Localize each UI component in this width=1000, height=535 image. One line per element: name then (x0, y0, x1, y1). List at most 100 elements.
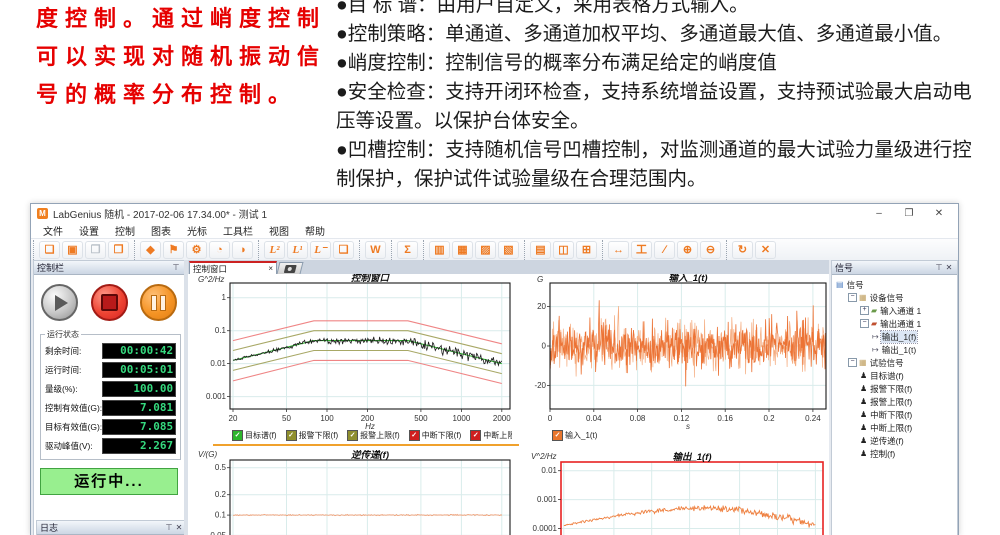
bullet-line-6: 制保护，保护试件试验量级在合理范围内。 (336, 165, 998, 194)
refresh-button[interactable]: ↻ (732, 241, 753, 259)
tree-item-13[interactable]: ♟控制(f) (832, 447, 957, 460)
legend-checkbox-3[interactable]: ✓ (409, 430, 420, 441)
menu-item-settings[interactable]: 设置 (71, 223, 107, 238)
pin-icon[interactable]: ⊤ (164, 523, 174, 532)
new-file-button[interactable]: ❏ (39, 241, 60, 259)
cursor-vertical-button[interactable]: 工 (631, 241, 652, 259)
cursor-horizontal-icon: ↔ (613, 244, 624, 256)
legend-item-0: ✓输入_1(t) (552, 430, 597, 441)
tab-snapshot[interactable] (277, 262, 304, 274)
chart-svg-control-window: 10.10.010.001205010020050010002000控制窗口G^… (190, 274, 523, 450)
settings-gear-button[interactable]: ⚙ (186, 241, 207, 259)
menu-item-cursor[interactable]: 光标 (179, 223, 215, 238)
svg-text:0.05: 0.05 (210, 531, 226, 535)
chart-output-spectrum: 0.010.0010.0001输出_1(f)V^2/Hz (527, 450, 829, 535)
flag-button[interactable]: ⚑ (163, 241, 184, 259)
close-icon[interactable]: ✕ (174, 523, 184, 532)
zoom-in-button[interactable]: ⊕ (677, 241, 698, 259)
pause-button[interactable] (140, 284, 177, 321)
legend-checkbox-0[interactable]: ✓ (552, 430, 563, 441)
graph-edit-icon: ▧ (503, 244, 513, 256)
bullet-line-4: 压等设置。以保护台体安全。 (336, 107, 998, 136)
signal-tree: ▤信号−▦设备信号+▰输入通道 1−▰输出通道 1↦输出_1(f)↦输出_1(t… (832, 275, 957, 460)
svg-text:V/(G): V/(G) (198, 450, 217, 459)
tab-control-window[interactable]: 控制窗口 × (189, 261, 277, 274)
pin-icon[interactable]: ⊤ (171, 263, 181, 272)
zoom-out-button[interactable]: ⊖ (700, 241, 721, 259)
tree-item-9[interactable]: ♟报警上限(f) (832, 395, 957, 408)
device-signals-icon: ▦ (859, 293, 867, 302)
menu-item-control[interactable]: 控制 (107, 223, 143, 238)
stop-button[interactable] (91, 284, 128, 321)
graph-edit-button[interactable]: ▧ (498, 241, 519, 259)
l2-norm-button[interactable]: L² (264, 241, 285, 259)
intro-red-text: 度控制。通过峭度控制可以实现对随机振动信号的概率分布控制。 (36, 0, 340, 114)
tree-item-11[interactable]: ♟中断上限(f) (832, 421, 957, 434)
play-button[interactable] (41, 284, 78, 321)
legend-checkbox-0[interactable]: ✓ (232, 430, 243, 441)
legend-checkbox-1[interactable]: ✓ (286, 430, 297, 441)
tree-item-2[interactable]: +▰输入通道 1 (832, 304, 957, 317)
chart-input-time: 200-2000.040.080.120.160.20.24输入_1(t)Gs✓… (527, 274, 829, 450)
test-signal-icon: ♟ (860, 423, 867, 432)
tab-close-icon[interactable]: × (268, 264, 273, 273)
export-button[interactable]: ❐ (108, 241, 129, 259)
bar-graph-2-button[interactable]: ▦ (452, 241, 473, 259)
flag-icon: ⚑ (169, 244, 179, 256)
l-minus-norm-button[interactable]: L⁻ (310, 241, 331, 259)
window-title: LabGenius 随机 - 2017-02-06 17.34.00* - 测试… (53, 206, 864, 221)
tree-item-4[interactable]: ↦输出_1(f) (832, 330, 957, 343)
status-field-0: 剩余时间:00:00:42 (45, 341, 176, 360)
legend-checkbox-4[interactable]: ✓ (470, 430, 481, 441)
cursor-slope-button[interactable]: ∕ (654, 241, 675, 259)
tree-expander-icon[interactable]: + (860, 306, 869, 315)
menu-item-help[interactable]: 帮助 (297, 223, 333, 238)
tree-expander-icon[interactable]: − (848, 293, 857, 302)
tree-item-label: 输出_1(f) (881, 331, 917, 343)
test-bag-button[interactable]: ◆ (140, 241, 161, 259)
bar-graph-1-button[interactable]: ▥ (429, 241, 450, 259)
tree-item-0[interactable]: ▤信号 (832, 278, 957, 291)
bar-graph-3-button[interactable]: ▨ (475, 241, 496, 259)
tree-item-7[interactable]: ♟目标谱(f) (832, 369, 957, 382)
stop-icon (101, 294, 118, 311)
l1-norm-button[interactable]: L¹ (287, 241, 308, 259)
word-export-button[interactable]: W (365, 241, 386, 259)
tree-item-3[interactable]: −▰输出通道 1 (832, 317, 957, 330)
minimize-button[interactable]: – (864, 208, 894, 219)
clock-button[interactable]: ◑ (232, 241, 253, 259)
restore-button[interactable]: ❐ (894, 208, 924, 219)
tree-expander-icon[interactable]: − (860, 319, 869, 328)
status-field-value-3: 7.081 (102, 400, 176, 416)
tree-item-10[interactable]: ♟中断下限(f) (832, 408, 957, 421)
menu-item-view[interactable]: 视图 (261, 223, 297, 238)
save-button[interactable]: ▣ (62, 241, 83, 259)
dial-button[interactable]: ◔ (209, 241, 230, 259)
cascade-windows-button[interactable]: ❏ (333, 241, 354, 259)
chart-tab-strip: 控制窗口 × (188, 260, 829, 275)
red-text-line-0: 度控制。通过峭度控制 (36, 0, 340, 38)
menu-item-file[interactable]: 文件 (35, 223, 71, 238)
tree-item-1[interactable]: −▦设备信号 (832, 291, 957, 304)
tree-expander-icon[interactable]: − (848, 358, 857, 367)
tree-item-8[interactable]: ♟报警下限(f) (832, 382, 957, 395)
close-button[interactable]: ✕ (924, 208, 954, 219)
sigma-stats-button[interactable]: Σ (397, 241, 418, 259)
pin-icon[interactable]: ⊤ (934, 263, 944, 272)
svg-text:控制窗口: 控制窗口 (351, 274, 391, 284)
toolbar-group-3: W (359, 240, 391, 260)
open-button[interactable]: ❒ (85, 241, 106, 259)
tree-item-6[interactable]: −▦试验信号 (832, 356, 957, 369)
tree-item-12[interactable]: ♟逆传递(f) (832, 434, 957, 447)
tree-item-5[interactable]: ↦输出_1(t) (832, 343, 957, 356)
menu-item-toolbars[interactable]: 工具栏 (215, 223, 261, 238)
menu-item-chart[interactable]: 图表 (143, 223, 179, 238)
cursor-horizontal-button[interactable]: ↔ (608, 241, 629, 259)
layout-quad-button[interactable]: ⊞ (576, 241, 597, 259)
close-icon[interactable]: ✕ (944, 263, 954, 272)
screenshot-root: 度控制。通过峭度控制可以实现对随机振动信号的概率分布控制。 ●目 标 谱：由用户… (0, 0, 1000, 535)
fit-scale-button[interactable]: ✕ (755, 241, 776, 259)
layout-dual-button[interactable]: ◫ (553, 241, 574, 259)
layout-single-button[interactable]: ▤ (530, 241, 551, 259)
legend-checkbox-2[interactable]: ✓ (347, 430, 358, 441)
